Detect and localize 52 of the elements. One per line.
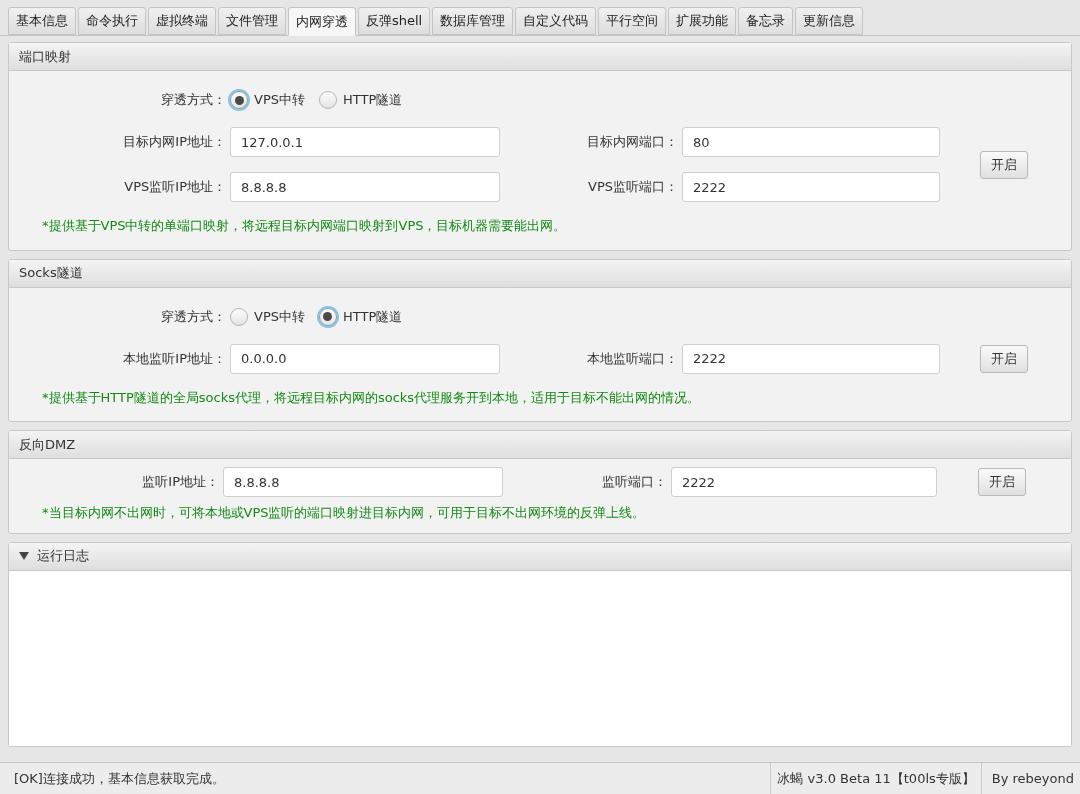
radio-button[interactable] — [319, 307, 337, 326]
radio-button[interactable] — [319, 91, 337, 109]
tab[interactable]: 更新信息 — [795, 7, 864, 35]
tab[interactable]: 反弹shell — [358, 7, 431, 35]
input-field[interactable]: 0.0.0.0 — [230, 343, 500, 374]
panel-title: 端口映射 — [19, 47, 71, 66]
panel-title: 反向DMZ — [19, 435, 76, 454]
field-label: 目标内网端口： — [586, 133, 678, 152]
start-button[interactable]: 开启 — [978, 468, 1026, 496]
mode-label: 穿透方式： — [160, 307, 226, 326]
input-field[interactable]: 127.0.0.1 — [230, 127, 500, 157]
radio-option[interactable]: HTTP隧道 — [319, 306, 403, 327]
field-label: 目标内网IP地址： — [122, 133, 226, 152]
radio-button[interactable] — [230, 307, 248, 326]
note-text: *提供基于HTTP隧道的全局socks代理，将远程目标内网的socks代理服务开到本地，适用于目标不能出网的情况。 — [41, 388, 702, 407]
tab[interactable]: 命令执行 — [78, 7, 146, 35]
start-button[interactable]: 开启 — [980, 150, 1028, 179]
radio-option[interactable]: VPS中转 — [230, 306, 305, 327]
radio-button[interactable] — [230, 91, 248, 109]
tab[interactable]: 备忘录 — [738, 7, 794, 35]
tab[interactable]: 数据库管理 — [432, 7, 514, 35]
input-field[interactable]: 8.8.8.8 — [230, 172, 500, 202]
collapse-triangle-icon[interactable] — [19, 552, 29, 560]
tab[interactable]: 内网穿透 — [288, 7, 356, 36]
mode-label: 穿透方式： — [160, 91, 226, 110]
field-label: VPS监听端口： — [587, 178, 678, 197]
field-label: 本地监听端口： — [586, 349, 678, 368]
tab[interactable]: 虚拟终端 — [148, 7, 216, 35]
radio-option[interactable]: VPS中转 — [230, 90, 305, 110]
status-message: [OK]连接成功，基本信息获取完成。 — [13, 769, 226, 788]
panel-title: Socks隧道 — [19, 264, 83, 283]
version-text: 冰蝎 v3.0 Beta 11【t00ls专版】 — [770, 763, 981, 794]
tab[interactable]: 基本信息 — [8, 7, 76, 35]
field-label: VPS监听IP地址： — [123, 178, 226, 197]
input-field[interactable]: 80 — [682, 127, 940, 157]
note-text: *提供基于VPS中转的单端口映射，将远程目标内网端口映射到VPS，目标机器需要能出网。 — [41, 217, 568, 235]
field-label: 本地监听IP地址： — [122, 349, 226, 368]
input-field[interactable]: 8.8.8.8 — [223, 467, 503, 497]
author-text: By rebeyond — [980, 763, 1080, 794]
tab[interactable]: 平行空间 — [598, 7, 667, 35]
field-label: 监听IP地址： — [141, 473, 219, 492]
tab[interactable]: 文件管理 — [218, 7, 286, 35]
tab[interactable]: 扩展功能 — [668, 7, 737, 35]
input-field[interactable]: 2222 — [671, 467, 937, 497]
field-label: 监听端口： — [601, 473, 667, 492]
panel-title: 运行日志 — [37, 547, 89, 566]
tab[interactable]: 自定义代码 — [515, 7, 597, 35]
start-button[interactable]: 开启 — [980, 344, 1028, 373]
input-field[interactable]: 2222 — [682, 343, 940, 374]
radio-option[interactable]: HTTP隧道 — [319, 90, 403, 110]
note-text: *当目标内网不出网时，可将本地或VPS监听的端口映射进目标内网，可用于目标不出网环境的反弹上线。 — [41, 504, 647, 522]
input-field[interactable]: 2222 — [682, 172, 940, 202]
